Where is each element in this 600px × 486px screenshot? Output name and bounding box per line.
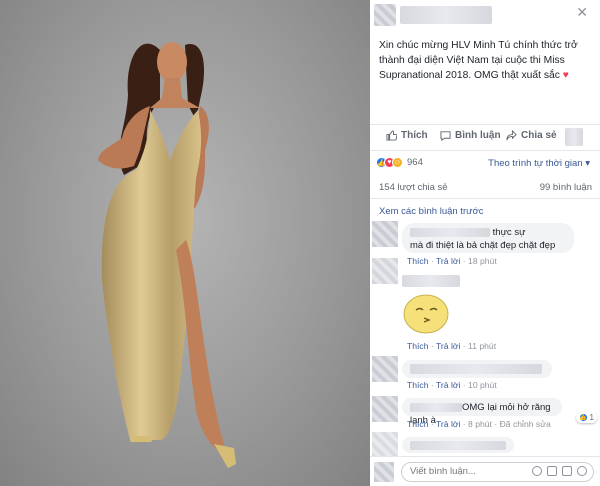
comment-meta: Thích · Trả lời · 18 phút xyxy=(407,256,497,266)
comment-edited-label: Đã chỉnh sửa xyxy=(499,419,551,429)
comment-reply-link[interactable]: Trả lời xyxy=(436,341,460,351)
action-bar: Thích Bình luận Chia sẻ xyxy=(370,126,600,150)
page-selector[interactable] xyxy=(565,128,583,146)
comment-composer xyxy=(370,456,600,486)
comment-icon xyxy=(440,131,451,141)
sticker-image xyxy=(402,292,450,336)
like-icon xyxy=(386,130,397,141)
reaction-summary[interactable]: 👍 ♥ ☺ 964 xyxy=(376,157,423,168)
like-reaction-icon: 👍 xyxy=(578,413,588,422)
wow-reaction-icon: ☺ xyxy=(392,157,403,168)
post-text: Xin chúc mừng HLV Minh Tú chính thức trở… xyxy=(379,38,594,83)
commenter-avatar[interactable] xyxy=(372,221,398,247)
comment-meta: Thích · Trả lời · 8 phút · Đã chỉnh sửa xyxy=(407,419,551,429)
commenter-avatar[interactable] xyxy=(372,396,398,422)
post-header: ✕ xyxy=(370,0,600,30)
comment-text: thực sự xyxy=(492,227,526,238)
comment-bubble xyxy=(402,360,552,378)
comment-bubble: thực sự mà đi thiệt là bả chặt đẹp chặt … xyxy=(402,223,574,253)
emoji-icon[interactable] xyxy=(532,466,542,476)
commenter-avatar[interactable] xyxy=(372,432,398,458)
comment-text-blurred xyxy=(410,364,542,374)
commenter-name[interactable] xyxy=(402,275,460,287)
comment-reaction-badge[interactable]: 👍 1 xyxy=(575,412,597,423)
post-panel: ✕ Xin chúc mừng HLV Minh Tú chính thức t… xyxy=(370,0,600,486)
commenter-name[interactable] xyxy=(410,227,490,237)
current-user-avatar xyxy=(374,462,394,482)
comment-button[interactable]: Bình luận xyxy=(440,130,501,141)
commenter-name[interactable] xyxy=(410,402,462,412)
like-label: Thích xyxy=(401,130,428,141)
share-button[interactable]: Chia sẻ xyxy=(506,130,557,141)
comment-like-link[interactable]: Thích xyxy=(407,341,429,351)
comment-bubble xyxy=(402,437,514,453)
comment-like-link[interactable]: Thích xyxy=(407,256,429,266)
view-previous-comments-link[interactable]: Xem các bình luận trước xyxy=(379,206,483,217)
comment-time: 11 phút xyxy=(468,341,497,351)
comment-text-blurred xyxy=(410,441,506,450)
divider xyxy=(370,198,600,199)
share-count[interactable]: 154 lượt chia sẻ xyxy=(379,182,448,193)
share-label: Chia sẻ xyxy=(521,130,557,141)
gif-icon[interactable] xyxy=(562,466,572,476)
sort-comments-dropdown[interactable]: Theo trình tự thời gian ▾ xyxy=(488,158,590,169)
comment-reply-link[interactable]: Trả lời xyxy=(436,256,460,266)
model-illustration xyxy=(98,42,236,468)
sticker-icon[interactable] xyxy=(577,466,587,476)
camera-icon[interactable] xyxy=(547,466,557,476)
comment-time: 18 phút xyxy=(468,256,497,266)
comment-reaction-count: 1 xyxy=(589,413,594,422)
commenter-avatar[interactable] xyxy=(372,258,398,284)
close-icon[interactable]: ✕ xyxy=(576,4,588,21)
comment-time: 10 phút xyxy=(468,380,497,390)
comment-reply-link[interactable]: Trả lời xyxy=(436,380,460,390)
comment-count[interactable]: 99 bình luận xyxy=(540,182,592,193)
comment-like-link[interactable]: Thích xyxy=(407,380,429,390)
composer-icons xyxy=(532,466,587,476)
post-photo[interactable] xyxy=(0,0,370,486)
heart-emoji: ♥ xyxy=(562,70,569,81)
post-text-body: Xin chúc mừng HLV Minh Tú chính thức trở… xyxy=(379,40,578,81)
sticker-face-icon xyxy=(403,294,449,334)
comment-meta: Thích · Trả lời · 10 phút xyxy=(407,380,497,390)
comment-like-link[interactable]: Thích xyxy=(407,419,429,429)
comment-input[interactable] xyxy=(410,466,505,477)
comment-bubble: OMG lại mỏi hở răng lạnh à xyxy=(402,398,562,426)
share-icon xyxy=(506,130,517,141)
like-button[interactable]: Thích xyxy=(386,130,428,141)
commenter-avatar[interactable] xyxy=(372,356,398,382)
author-name[interactable] xyxy=(400,6,492,24)
comment-text: mà đi thiệt là bả chặt đẹp chặt đẹp xyxy=(410,240,556,251)
divider xyxy=(370,124,600,125)
comment-time: 8 phút xyxy=(468,419,492,429)
comment-label: Bình luận xyxy=(455,130,501,141)
divider xyxy=(370,150,600,151)
comment-reply-link[interactable]: Trả lời xyxy=(436,419,460,429)
author-avatar[interactable] xyxy=(374,4,396,26)
reaction-count: 964 xyxy=(407,157,423,168)
comment-meta: Thích · Trả lời · 11 phút xyxy=(407,341,497,351)
comment-input-box[interactable] xyxy=(401,462,594,482)
